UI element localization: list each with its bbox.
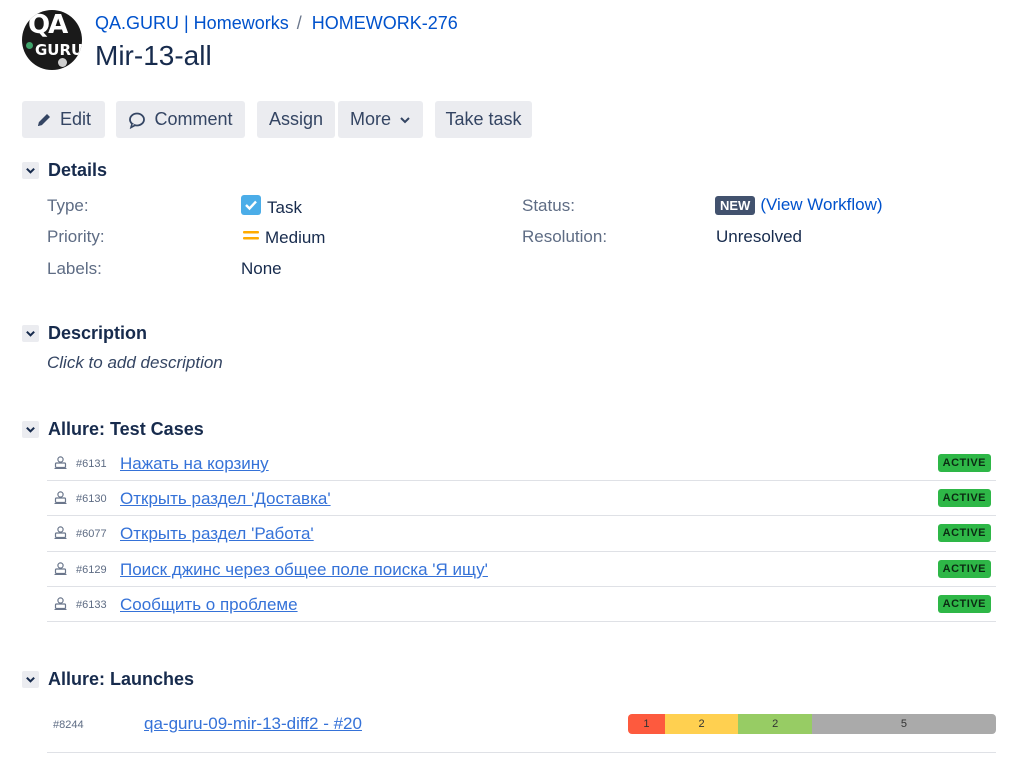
launches-section-title: Allure: Launches — [48, 669, 195, 689]
chevron-down-icon — [399, 114, 411, 126]
avatar-text-bottom: GURU — [35, 41, 82, 59]
speech-bubble-icon — [128, 111, 146, 129]
edit-button-label: Edit — [59, 109, 92, 129]
test-case-link[interactable]: Открыть раздел 'Доставка' — [120, 489, 331, 509]
launch-stat-count: 2 — [698, 718, 705, 730]
status-badge: NEW — [715, 195, 756, 215]
launch-id: #8244 — [53, 719, 84, 731]
launch-stat-failed: 1 — [628, 714, 665, 734]
list-item: #6131 Нажать на корзину ACTIVE — [47, 446, 996, 482]
launch-stat-unknown: 5 — [811, 714, 996, 734]
details-section-title: Details — [48, 160, 108, 180]
type-label: Type: — [47, 196, 89, 215]
issue-header: QA GURU QA.GURU | Homeworks / HOMEWORK-276… — [22, 8, 1012, 76]
breadcrumb-project-link[interactable]: QA.GURU | Homeworks — [95, 13, 289, 33]
robot-icon — [54, 456, 67, 474]
launches-section-toggle[interactable]: Allure: Launches — [22, 669, 194, 690]
task-checkbox-icon — [241, 195, 261, 220]
priority-value-text: Medium — [265, 227, 326, 247]
chevron-down-icon — [22, 421, 39, 438]
test-cases-section-title: Allure: Test Cases — [48, 419, 204, 439]
edit-button[interactable]: Edit — [22, 101, 105, 138]
take-task-button[interactable]: Take task — [435, 101, 532, 138]
status-value: NEW (View Workflow) — [715, 195, 883, 215]
project-avatar[interactable]: QA GURU — [22, 10, 82, 70]
chevron-down-icon — [22, 162, 39, 179]
robot-icon — [54, 597, 67, 615]
priority-label: Priority: — [47, 227, 105, 246]
avatar-text-top: QA — [28, 10, 68, 40]
list-item: #6133 Сообщить о проблеме ACTIVE — [47, 587, 996, 622]
more-button-label: More — [349, 109, 391, 129]
breadcrumb: QA.GURU | Homeworks / HOMEWORK-276 — [95, 13, 458, 34]
launch-stat-broken: 2 — [664, 714, 739, 734]
list-item: #6077 Открыть раздел 'Работа' ACTIVE — [47, 516, 996, 552]
robot-icon — [54, 561, 67, 580]
status-badge: ACTIVE — [937, 489, 991, 508]
launch-row: #8244 qa-guru-09-mir-13-diff2 - #20 1 2 … — [47, 703, 996, 753]
more-button[interactable]: More — [338, 101, 423, 138]
status-label: Status: — [522, 196, 575, 215]
chevron-down-icon — [22, 325, 39, 342]
test-cases-section-toggle[interactable]: Allure: Test Cases — [22, 419, 204, 440]
test-case-id: #6077 — [76, 528, 107, 541]
test-case-link[interactable]: Открыть раздел 'Работа' — [120, 524, 314, 544]
list-item: #6130 Открыть раздел 'Доставка' ACTIVE — [47, 481, 996, 517]
details-section-toggle[interactable]: Details — [22, 160, 107, 181]
test-case-list: #6131 Нажать на корзину ACTIVE #6130 Отк… — [47, 446, 996, 622]
status-badge: ACTIVE — [937, 559, 991, 578]
list-item: #6129 Поиск джинс через общее поле поиск… — [47, 552, 996, 587]
breadcrumb-separator: / — [296, 13, 302, 33]
comment-button[interactable]: Comment — [116, 101, 245, 138]
test-case-id: #6131 — [76, 458, 107, 470]
launch-stat-count: 1 — [643, 718, 650, 730]
view-workflow-link[interactable]: (View Workflow) — [760, 195, 882, 215]
robot-icon — [54, 491, 67, 509]
robot-icon — [54, 526, 67, 544]
comment-button-label: Comment — [154, 109, 233, 129]
labels-value[interactable]: None — [241, 259, 282, 279]
type-value-text: Task — [267, 197, 302, 217]
test-case-id: #6130 — [76, 493, 107, 506]
chevron-down-icon — [22, 671, 39, 688]
resolution-value: Unresolved — [716, 227, 802, 246]
resolution-label: Resolution: — [522, 227, 608, 246]
pencil-icon — [36, 112, 52, 128]
type-value: Task — [241, 195, 302, 220]
launch-stat-count: 2 — [772, 718, 779, 730]
test-case-id: #6133 — [76, 598, 107, 611]
description-section-toggle[interactable]: Description — [22, 323, 147, 344]
assign-button-label: Assign — [268, 109, 324, 129]
test-case-id: #6129 — [76, 563, 107, 576]
labels-label: Labels: — [47, 259, 102, 278]
launch-statistic-bar: 1 2 2 5 — [628, 714, 996, 734]
status-badge: ACTIVE — [937, 594, 991, 613]
priority-medium-icon — [243, 227, 259, 248]
launch-link[interactable]: qa-guru-09-mir-13-diff2 - #20 — [144, 714, 362, 734]
avatar-dot — [26, 42, 33, 49]
avatar-dot-secondary — [58, 58, 67, 67]
priority-value: Medium — [243, 227, 325, 248]
test-case-link[interactable]: Поиск джинс через общее поле поиска 'Я и… — [120, 560, 488, 580]
status-badge: ACTIVE — [937, 454, 991, 472]
launch-stat-passed: 2 — [738, 714, 812, 734]
page-title[interactable]: Mir-13-all — [95, 40, 212, 72]
test-case-link[interactable]: Нажать на корзину — [120, 454, 269, 474]
launch-stat-count: 5 — [900, 718, 908, 730]
status-badge: ACTIVE — [937, 524, 991, 543]
take-task-button-label: Take task — [445, 109, 522, 129]
test-case-link[interactable]: Сообщить о проблеме — [120, 595, 298, 615]
description-section-title: Description — [48, 323, 148, 343]
description-placeholder[interactable]: Click to add description — [47, 353, 223, 373]
assign-button[interactable]: Assign — [257, 101, 335, 138]
breadcrumb-parent-issue-link[interactable]: HOMEWORK-276 — [312, 13, 458, 33]
